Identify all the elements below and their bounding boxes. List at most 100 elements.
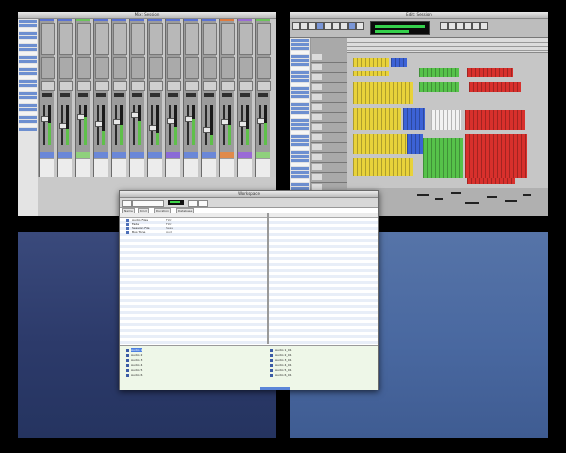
toolbar-tool-button[interactable] — [472, 22, 480, 30]
edit-track-list-item[interactable] — [291, 95, 309, 98]
track-name-plate[interactable] — [130, 152, 144, 158]
io-selector[interactable] — [149, 81, 163, 91]
audio-clip[interactable] — [353, 58, 389, 67]
io-selector[interactable] — [167, 81, 181, 91]
edit-track-list-item[interactable] — [291, 67, 309, 70]
browser-file-list[interactable] — [120, 218, 378, 344]
track-list-item[interactable] — [19, 104, 37, 107]
io-selector[interactable] — [203, 81, 217, 91]
track-list-item[interactable] — [19, 40, 37, 43]
region-list-row[interactable]: Audio 5 — [126, 368, 176, 372]
io-selector[interactable] — [131, 81, 145, 91]
audio-clip[interactable] — [353, 82, 413, 104]
browser-list-row[interactable]: Audio Files Fldr — [126, 218, 266, 222]
edit-track-list-item[interactable] — [291, 167, 309, 170]
io-selector[interactable] — [221, 81, 235, 91]
track-name-plate[interactable] — [220, 152, 234, 158]
audio-clip[interactable] — [465, 110, 525, 130]
mix-track-list[interactable] — [18, 19, 39, 216]
preview-button[interactable] — [188, 200, 198, 207]
edit-track-list-item[interactable] — [291, 99, 309, 102]
toolbar-tool-button[interactable] — [308, 22, 316, 30]
track-list-item[interactable] — [19, 64, 37, 67]
toolbar-tool-button[interactable] — [448, 22, 456, 30]
track-name-plate[interactable] — [184, 152, 198, 158]
io-selector[interactable] — [77, 81, 91, 91]
insert-slots[interactable] — [203, 23, 217, 55]
toolbar-tool-button[interactable] — [456, 22, 464, 30]
track-name-plate[interactable] — [202, 152, 216, 158]
track-list-item[interactable] — [19, 24, 37, 27]
region-list-row[interactable]: Audio 1 — [126, 348, 176, 352]
main-counter[interactable] — [370, 21, 430, 35]
menu-button[interactable] — [122, 200, 132, 207]
insert-slots[interactable] — [257, 23, 271, 55]
audio-clip[interactable] — [431, 110, 461, 130]
io-selector[interactable] — [95, 81, 109, 91]
track-list-item[interactable] — [19, 68, 37, 71]
send-slots[interactable] — [113, 57, 127, 79]
search-field[interactable] — [132, 200, 164, 207]
midi-note[interactable] — [417, 194, 429, 196]
send-slots[interactable] — [257, 57, 271, 79]
region-list-row[interactable]: Audio 2 — [126, 353, 176, 357]
edit-track-list-item[interactable] — [291, 39, 309, 42]
track-name-plate[interactable] — [94, 152, 108, 158]
edit-track-list-item[interactable] — [291, 87, 309, 90]
region-list-row[interactable]: Audio 6 — [126, 373, 176, 377]
edit-track-list-item[interactable] — [291, 147, 309, 150]
track-name-plate[interactable] — [76, 152, 90, 158]
toolbar-tool-button[interactable] — [300, 22, 308, 30]
io-selector[interactable] — [185, 81, 199, 91]
audio-clip[interactable] — [423, 138, 463, 178]
send-slots[interactable] — [239, 57, 253, 79]
region-list-row[interactable]: Audio 5_01 — [270, 368, 330, 372]
edit-window-titlebar[interactable]: Edit: Session — [290, 12, 548, 28]
track-list-item[interactable] — [19, 76, 37, 79]
region-list-row[interactable]: Audio 1_01 — [270, 348, 330, 352]
edit-track-list-item[interactable] — [291, 83, 309, 86]
io-selector[interactable] — [113, 81, 127, 91]
io-selector[interactable] — [59, 81, 73, 91]
edit-track-list-item[interactable] — [291, 47, 309, 50]
toolbar-tool-button[interactable] — [464, 22, 472, 30]
edit-track-list-item[interactable] — [291, 59, 309, 62]
audio-clip[interactable] — [353, 71, 389, 76]
io-selector[interactable] — [239, 81, 253, 91]
track-list-item[interactable] — [19, 108, 37, 111]
track-list-item[interactable] — [19, 48, 37, 51]
audio-clip[interactable] — [467, 68, 513, 77]
edit-track-list-item[interactable] — [291, 55, 309, 58]
midi-note[interactable] — [487, 196, 497, 198]
track-list-item[interactable] — [19, 88, 37, 91]
track-list-item[interactable] — [19, 80, 37, 83]
edit-track-list-item[interactable] — [291, 115, 309, 118]
track-list-item[interactable] — [19, 32, 37, 35]
edit-track-list-item[interactable] — [291, 107, 309, 110]
audio-clip[interactable] — [403, 108, 425, 130]
track-list-item[interactable] — [19, 100, 37, 103]
track-list-item[interactable] — [19, 124, 37, 127]
track-list-item[interactable] — [19, 84, 37, 87]
midi-note[interactable] — [435, 198, 443, 200]
browser-list-row[interactable]: Session File Sess — [126, 226, 266, 230]
region-list-row[interactable]: Audio 2_01 — [270, 353, 330, 357]
send-slots[interactable] — [221, 57, 235, 79]
edit-track-list-item[interactable] — [291, 71, 309, 74]
track-name-plate[interactable] — [166, 152, 180, 158]
audio-clip[interactable] — [391, 58, 407, 67]
audio-clip[interactable] — [353, 134, 407, 154]
mix-window-titlebar[interactable]: Mix: Session — [18, 12, 276, 28]
region-list-row[interactable]: Audio 4_01 — [270, 363, 330, 367]
track-name-plate[interactable] — [40, 152, 54, 158]
edit-track-list-item[interactable] — [291, 143, 309, 146]
edit-track-list-item[interactable] — [291, 127, 309, 130]
track-name-plate[interactable] — [238, 152, 252, 158]
edit-track-list-item[interactable] — [291, 135, 309, 138]
audio-clip[interactable] — [419, 68, 459, 77]
track-list-item[interactable] — [19, 20, 37, 23]
browser-list-row[interactable]: Bus Tone Aud — [126, 230, 266, 234]
edit-track-list-item[interactable] — [291, 151, 309, 154]
toolbar-tool-button[interactable] — [340, 22, 348, 30]
edit-track-list-item[interactable] — [291, 119, 309, 122]
